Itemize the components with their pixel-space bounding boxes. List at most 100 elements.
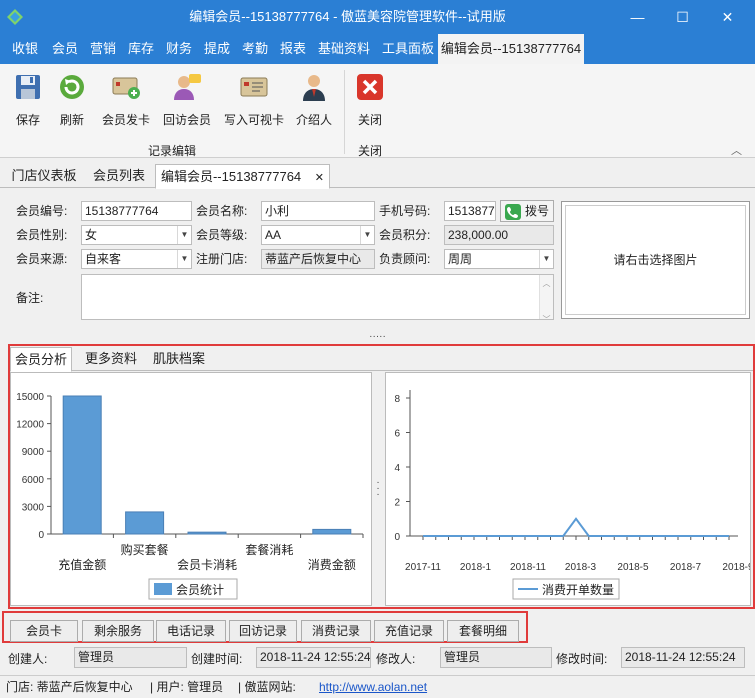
status-site-label: | 傲蓝网站: [238,680,296,694]
y-tick-label: 15000 [16,392,44,403]
source-value: 自来客 [85,252,122,266]
x-tick-label: 2018-11 [510,562,546,573]
member-name-label: 会员名称: [196,204,248,218]
y-tick-label: 4 [394,463,400,474]
chart-splitter-handle[interactable]: · · · [375,478,381,500]
group-label-record-edit: 记录编辑 [147,144,196,158]
y-tick-label: 0 [38,530,44,541]
y-tick-label: 12000 [16,420,44,431]
menu-item-marketing[interactable]: 营销 [84,34,122,64]
remark-textarea[interactable]: ︿ ﹀ [81,274,554,320]
x-tick-label: 2018-7 [670,562,702,573]
refresh-button[interactable]: 刷新 [52,70,92,130]
menu-item-inventory[interactable]: 库存 [122,34,160,64]
dial-label: 拨号 [525,204,550,218]
splitter-handle[interactable]: ····· [0,332,755,342]
legend-swatch [154,583,172,595]
close-tab-button[interactable]: 关闭 [350,70,390,130]
menu-item-reports[interactable]: 报表 [274,34,312,64]
status-user: | 用户: 管理员 [150,680,224,694]
tab-skin-record[interactable]: 肌肤档案 [148,347,210,371]
phone-icon [505,204,521,220]
x-tick-label: 2018-3 [565,562,597,573]
tab-consume-record[interactable]: 消费记录 [301,620,371,642]
collapse-ribbon-icon[interactable]: ︿ [731,142,742,158]
ribbon-separator [344,70,345,154]
tab-package-detail[interactable]: 套餐明细 [447,620,519,642]
visit-member-button[interactable]: 回访会员 [160,70,214,130]
introducer-button[interactable]: 介绍人 [294,70,334,130]
creator-label: 创建人: [8,652,48,666]
remark-scrollbar[interactable]: ︿ ﹀ [539,275,553,319]
tab-remaining-service[interactable]: 剩余服务 [82,620,154,642]
menu-item-member[interactable]: 会员 [46,34,84,64]
orders-line-chart: 0 2 4 6 8 2017-11 2018-1 2018-11 2018-3 2018-5 201… [394,390,754,600]
phone-label: 手机号码: [379,204,431,218]
title-bar: 编辑会员--15138777764 - 傲蓝美容院管理软件--试用版 — ☐ ✕ [0,0,755,34]
tab-member-card[interactable]: 会员卡 [10,620,78,642]
status-store: 门店: 蒂蓝产后恢复中心 [6,680,133,694]
photo-box[interactable]: 请右击选择图片 [561,201,750,319]
member-no-field[interactable]: 15138777764 [81,201,192,221]
member-card-add-icon [112,77,140,99]
remark-label: 备注: [16,291,44,305]
store-field: 蒂蓝产后恢复中心 [261,249,375,269]
modified-time-label: 修改时间: [556,652,608,666]
source-select[interactable]: 自来客 ▼ [81,249,192,269]
document-tabs: 门店仪表板 会员列表 编辑会员--15138777764 ✕ [0,162,755,189]
tab-close-icon[interactable]: ✕ [315,172,324,184]
phone-field[interactable]: 15138777764 [444,201,496,221]
x-tick-label: 2017-11 [405,562,441,573]
menu-item-edit-member[interactable]: 编辑会员--15138777764 [438,34,584,64]
y-tick-label: 6000 [22,475,45,486]
advisor-select[interactable]: 周周 ▼ [444,249,554,269]
visit-member-label: 回访会员 [162,113,211,127]
refresh-label: 刷新 [59,113,84,127]
bar [62,395,102,535]
line-chart-panel: 0 2 4 6 8 2017-11 2018-1 2018-11 2018-3 2018-5 201… [385,372,754,606]
write-card-label: 写入可视卡 [223,113,284,127]
bar [312,528,352,535]
issue-card-button[interactable]: 会员发卡 [98,70,154,130]
member-name-field[interactable]: 小利 [261,201,375,221]
y-tick-label: 3000 [22,502,45,513]
member-stats-bar-chart: 0 3000 6000 9000 12000 15000 充值金额购买套餐会员卡消耗套餐消耗… [16,392,364,600]
tab-store-dashboard[interactable]: 门店仪表板 [6,164,82,188]
x-tick-label: 充值金额 [58,557,106,572]
creator-field: 管理员 [74,647,187,668]
legend-label: 会员统计 [176,583,224,597]
x-tick-label: 套餐消耗 [245,542,293,557]
status-bar: 门店: 蒂蓝产后恢复中心 | 用户: 管理员 | 傲蓝网站: http://ww… [0,675,755,697]
tab-visit-record[interactable]: 回访记录 [229,620,297,642]
visit-member-icon [174,74,201,100]
website-link[interactable]: http://www.aolan.net [319,676,427,698]
bar [187,531,227,535]
menu-item-attendance[interactable]: 考勤 [236,34,274,64]
y-tick-label: 8 [394,394,400,405]
menu-item-commission[interactable]: 提成 [198,34,236,64]
audit-bar: 创建人: 管理员 创建时间: 2018-11-24 12:55:24 修改人: … [0,646,755,672]
close-window-button[interactable]: ✕ [705,0,750,34]
tab-member-analysis[interactable]: 会员分析 [10,347,72,372]
maximize-button[interactable]: ☐ [660,0,705,34]
ribbon-toolbar: 保存 刷新 会员发卡 回访会员 写入可视卡 介绍人 关闭 记录编辑 关闭 ︿ [0,64,755,158]
dial-button[interactable]: 拨号 [500,200,554,222]
menu-item-cashier[interactable]: 收银 [6,34,44,64]
menu-item-tools[interactable]: 工具面板 [378,34,438,64]
tab-recharge-record[interactable]: 充值记录 [374,620,444,642]
write-card-button[interactable]: 写入可视卡 [220,70,288,130]
gender-select[interactable]: 女 ▼ [81,225,192,245]
level-select[interactable]: AA ▼ [261,225,375,245]
menu-item-base-data[interactable]: 基础资料 [314,34,374,64]
tab-member-list[interactable]: 会员列表 [86,164,152,188]
tab-more-info[interactable]: 更多资料 [80,347,142,371]
save-button[interactable]: 保存 [8,70,48,130]
minimize-button[interactable]: — [615,0,660,34]
analysis-tabs: 会员分析 更多资料 肌肤档案 [10,347,753,372]
menu-item-finance[interactable]: 财务 [160,34,198,64]
bar [125,511,165,535]
refresh-icon [60,75,84,99]
tab-phone-record[interactable]: 电话记录 [156,620,226,642]
tab-edit-member[interactable]: 编辑会员--15138777764 ✕ [155,164,330,189]
modifier-field: 管理员 [440,647,552,668]
